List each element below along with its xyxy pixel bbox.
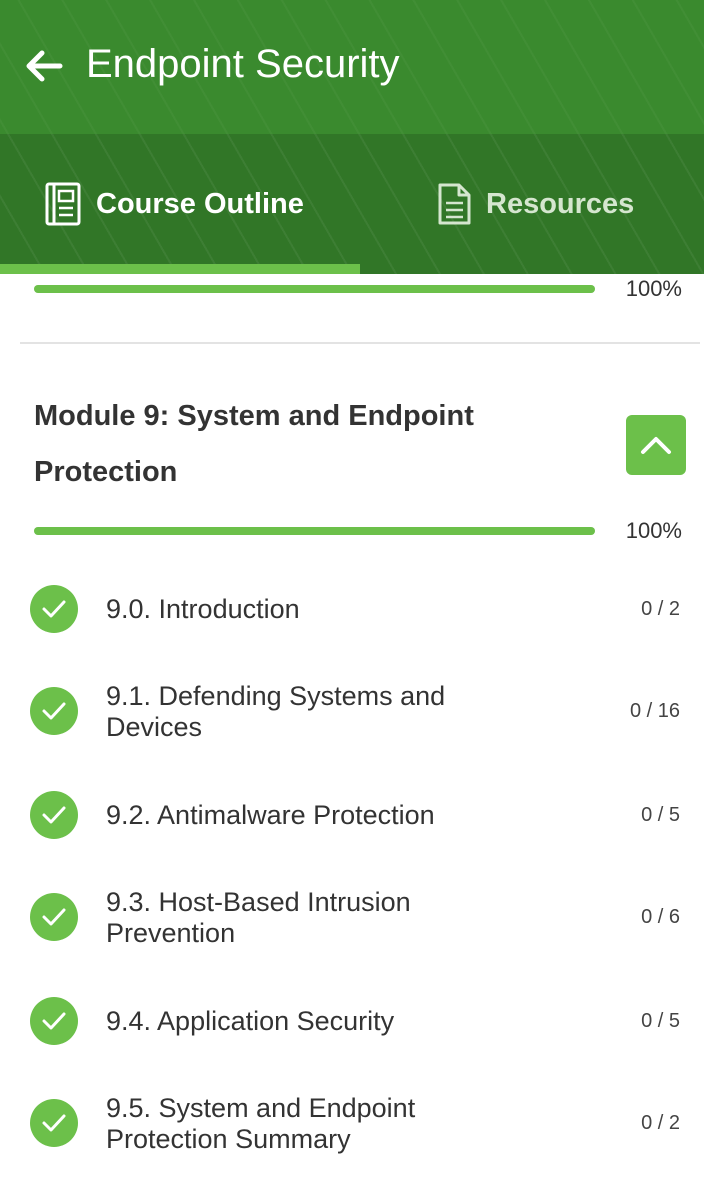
lesson-item[interactable]: 9.2. Antimalware Protection 0 / 5 xyxy=(0,766,704,866)
page-title: Endpoint Security xyxy=(86,42,400,86)
progress-fill xyxy=(34,527,595,535)
active-tab-indicator xyxy=(0,264,360,274)
lesson-count: 0 / 5 xyxy=(641,804,680,826)
lesson-title: 9.1. Defending Systems and Devices xyxy=(106,681,446,742)
progress-percent: 100% xyxy=(625,276,682,301)
checkmark-icon xyxy=(30,791,78,839)
module-progress: 100% xyxy=(34,516,684,546)
progress-track xyxy=(34,285,595,293)
lesson-title: 9.0. Introduction xyxy=(106,594,300,624)
lesson-title: 9.3. Host-Based Intrusion Prevention xyxy=(106,887,411,948)
progress-track xyxy=(34,527,595,535)
checkmark-icon xyxy=(30,1099,78,1147)
lesson-item[interactable]: 9.3. Host-Based Intrusion Prevention 0 /… xyxy=(0,868,704,968)
lesson-title: 9.5. System and Endpoint Protection Summ… xyxy=(106,1093,416,1154)
lesson-count: 0 / 16 xyxy=(629,700,680,722)
chevron-up-icon xyxy=(641,437,671,454)
checkmark-icon xyxy=(30,997,78,1045)
checkmark-icon xyxy=(30,585,78,633)
tab-course-outline-label: Course Outline xyxy=(96,187,304,220)
lesson-item[interactable]: 9.1. Defending Systems and Devices 0 / 1… xyxy=(0,662,704,762)
progress-fill xyxy=(34,285,595,293)
lesson-count: 0 / 2 xyxy=(641,598,680,620)
notebook-icon xyxy=(45,182,81,226)
lesson-count: 0 / 6 xyxy=(641,906,680,928)
tab-resources-label: Resources xyxy=(486,187,635,220)
checkmark-icon xyxy=(30,893,78,941)
lesson-item[interactable]: 9.0. Introduction 0 / 2 xyxy=(0,560,704,660)
progress-percent: 100% xyxy=(625,518,682,543)
lesson-item[interactable]: 9.5. System and Endpoint Protection Summ… xyxy=(0,1074,704,1174)
lesson-title: 9.2. Antimalware Protection xyxy=(106,800,435,830)
app-header: Endpoint Security Course Outline Resourc… xyxy=(0,0,704,274)
previous-module-progress: 100% xyxy=(34,274,684,304)
document-icon xyxy=(438,183,471,225)
divider xyxy=(20,342,700,344)
back-button[interactable] xyxy=(22,44,66,88)
tab-resources[interactable]: Resources xyxy=(436,134,634,274)
lesson-count: 0 / 2 xyxy=(641,1112,680,1134)
collapse-module-button[interactable] xyxy=(626,415,686,475)
lesson-count: 0 / 5 xyxy=(641,1010,680,1032)
checkmark-icon xyxy=(30,687,78,735)
title-bar: Endpoint Security xyxy=(0,0,704,134)
tab-course-outline[interactable]: Course Outline xyxy=(44,134,304,274)
lesson-item[interactable]: 9.4. Application Security 0 / 5 xyxy=(0,972,704,1072)
module-title: Module 9: System and Endpoint Protection xyxy=(34,400,474,488)
lesson-title: 9.4. Application Security xyxy=(106,1006,395,1036)
tab-bar: Course Outline Resources xyxy=(0,134,704,274)
arrow-left-icon xyxy=(26,50,63,82)
